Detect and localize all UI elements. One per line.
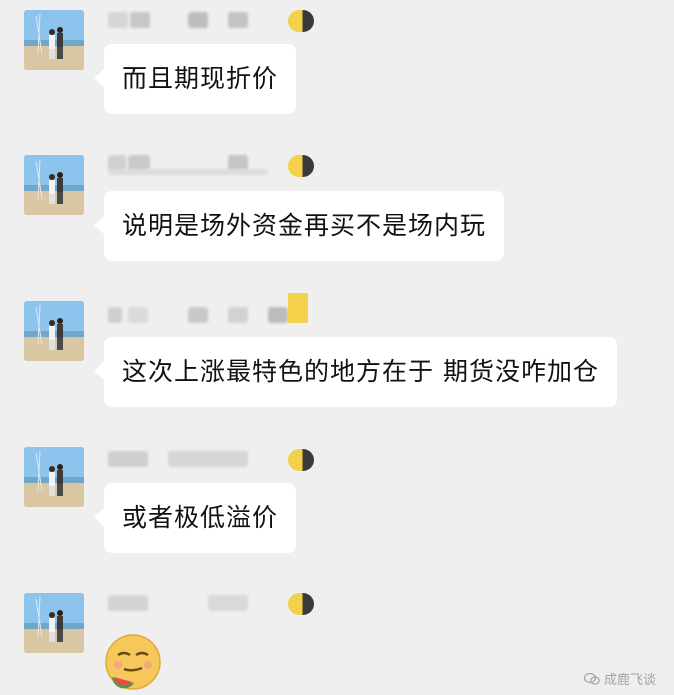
- sender-name-redacted: [108, 155, 318, 179]
- sender-name-redacted: [108, 10, 318, 34]
- couple-beach-avatar-icon: [24, 10, 84, 70]
- avatar[interactable]: [24, 447, 84, 507]
- watermark: 成鹿飞谈: [583, 669, 656, 688]
- sender-name-redacted: [108, 293, 318, 325]
- message-bubble[interactable]: 这次上涨最特色的地方在于 期货没咋加仓: [94, 337, 617, 407]
- message-bubble[interactable]: 而且期现折价: [93, 44, 297, 114]
- watermark-text: 成鹿飞谈: [603, 673, 656, 688]
- avatar[interactable]: [24, 301, 84, 361]
- avatar[interactable]: [24, 155, 84, 215]
- smirk-watermelon-emoji-icon[interactable]: [104, 633, 162, 691]
- couple-beach-avatar-icon: [24, 447, 84, 507]
- couple-beach-avatar-icon: [24, 301, 84, 361]
- message-bubble[interactable]: 说明是场外资金再买不是场内玩: [93, 191, 505, 261]
- sender-name-redacted: [108, 593, 318, 617]
- avatar[interactable]: [24, 10, 84, 70]
- wechat-official-icon: [583, 672, 600, 685]
- message-bubble[interactable]: 或者极低溢价: [93, 483, 297, 553]
- avatar[interactable]: [24, 593, 84, 653]
- couple-beach-avatar-icon: [24, 593, 84, 653]
- sender-name-redacted: [108, 447, 318, 471]
- couple-beach-avatar-icon: [24, 155, 84, 215]
